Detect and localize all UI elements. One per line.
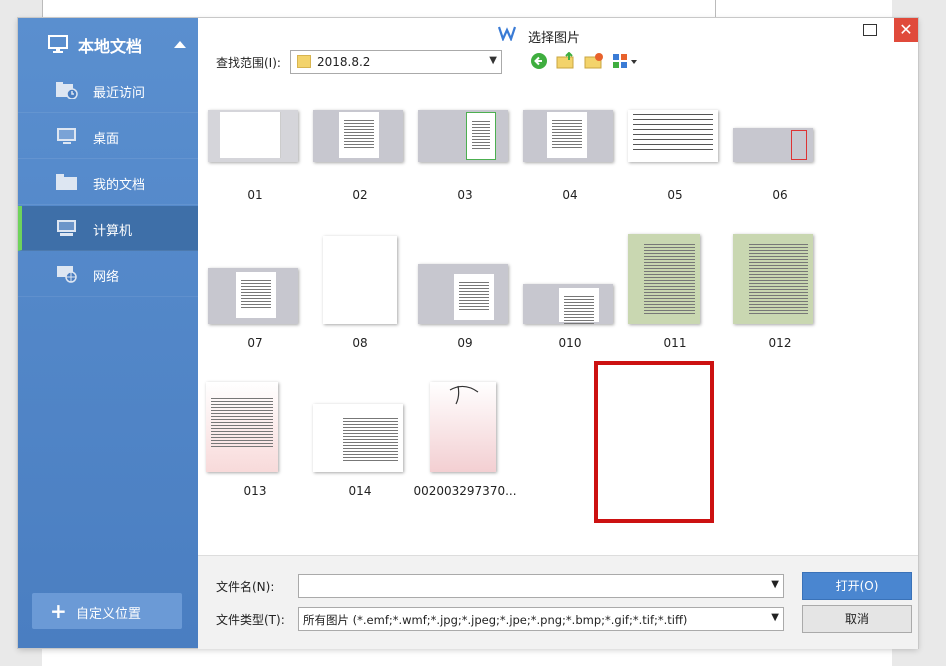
sidebar-item-label: 计算机 [93, 224, 133, 239]
thumbnail-image [418, 110, 508, 162]
thumbnail-image [313, 404, 403, 472]
file-item[interactable]: 07 [198, 238, 302, 378]
thumbnail-image [733, 234, 813, 324]
thumbnail-image [523, 284, 613, 324]
thumbnail-image [418, 264, 508, 324]
sidebar-header[interactable]: 本地文档 [18, 18, 198, 68]
chevron-down-icon: ▼ [771, 579, 779, 590]
file-name: 03 [457, 188, 473, 202]
maximize-button[interactable] [863, 24, 877, 36]
open-button[interactable]: 打开(O) [802, 572, 912, 600]
file-item[interactable]: 06 [723, 90, 827, 230]
file-name: 002003297370... [413, 484, 517, 498]
file-item[interactable]: 04 [513, 90, 617, 230]
file-item[interactable]: 08 [303, 236, 407, 378]
filetype-label: 文件类型(T): [216, 613, 285, 627]
file-browser: 选择图片 ✕ 查找范围(I): 2018.8.2 ▼ 01 02 03 04 0… [198, 18, 918, 649]
file-name: 010 [558, 336, 582, 350]
thumbnail-image [208, 268, 298, 324]
file-item[interactable]: 09 [408, 238, 512, 378]
thumbnail-image [628, 234, 700, 324]
back-icon[interactable] [530, 52, 548, 70]
title-bar: 选择图片 ✕ [198, 18, 918, 48]
thumbnail-image [733, 128, 813, 162]
select-image-dialog: 本地文档 最近访问 桌面 我的文档 计算机 网络 + 自定义位置 选择图片 ✕ … [18, 18, 918, 649]
monitor-icon [48, 35, 68, 56]
folder-icon [297, 55, 311, 68]
wps-logo-icon [497, 25, 517, 44]
file-name: 011 [663, 336, 687, 350]
computer-icon [56, 219, 78, 240]
look-in-value: 2018.8.2 [317, 55, 371, 69]
sidebar-item-recent[interactable]: 最近访问 [18, 68, 198, 113]
thumbnail-image [323, 236, 397, 324]
file-thumbnail-grid: 01 02 03 04 05 06 07 08 09 010 011 012 0… [198, 90, 918, 555]
add-custom-location-button[interactable]: + 自定义位置 [32, 593, 182, 629]
file-item[interactable]: 013 [198, 382, 302, 526]
thumbnail-image [628, 110, 718, 162]
file-name: 02 [352, 188, 368, 202]
file-name: 05 [667, 188, 683, 202]
recent-folder-icon [56, 81, 78, 102]
network-icon [56, 265, 78, 286]
sidebar-item-label: 我的文档 [93, 178, 146, 193]
file-name: 014 [348, 484, 372, 498]
cancel-button[interactable]: 取消 [802, 605, 912, 633]
thumbnail-image [206, 382, 278, 472]
file-item[interactable]: 03 [408, 90, 512, 230]
thumbnail-image [523, 110, 613, 162]
selection-highlight-box [594, 361, 714, 523]
file-options-panel: 文件名(N): ▼ 打开(O) 文件类型(T): 所有图片 (*.emf;*.w… [198, 555, 918, 649]
file-name: 04 [562, 188, 578, 202]
close-button[interactable]: ✕ [894, 18, 918, 42]
file-item[interactable]: 002003297370... [408, 382, 517, 526]
file-name: 01 [247, 188, 263, 202]
chevron-down-icon: ▼ [771, 612, 779, 623]
sidebar-item-my-documents[interactable]: 我的文档 [18, 160, 198, 205]
sidebar: 本地文档 最近访问 桌面 我的文档 计算机 网络 + 自定义位置 [18, 18, 198, 648]
filetype-select[interactable]: 所有图片 (*.emf;*.wmf;*.jpg;*.jpeg;*.jpe;*.p… [298, 607, 784, 631]
sidebar-item-computer[interactable]: 计算机 [18, 206, 198, 251]
chevron-down-icon: ▼ [489, 55, 497, 66]
sidebar-item-label: 网络 [93, 270, 120, 285]
look-in-label: 查找范围(I): [216, 56, 281, 70]
thumbnail-image [430, 382, 496, 472]
thumbnail-image [313, 110, 403, 162]
sidebar-item-label: 桌面 [93, 132, 120, 147]
new-folder-icon[interactable] [584, 52, 603, 70]
parent-folder-icon[interactable] [556, 51, 574, 70]
file-item[interactable]: 01 [198, 90, 302, 230]
filename-label: 文件名(N): [216, 580, 275, 594]
file-name: 012 [768, 336, 792, 350]
file-item[interactable]: 02 [303, 90, 407, 230]
view-menu-icon[interactable] [612, 52, 638, 70]
file-item[interactable]: 011 [618, 234, 722, 378]
file-item[interactable]: 012 [723, 234, 827, 378]
collapse-caret-icon[interactable] [174, 37, 186, 51]
look-in-select[interactable]: 2018.8.2 ▼ [290, 50, 502, 74]
file-item[interactable]: 05 [618, 90, 722, 230]
background-divider [42, 0, 43, 20]
file-name: 07 [247, 336, 263, 350]
file-item[interactable]: 010 [513, 238, 617, 378]
custom-location-label: 自定义位置 [76, 607, 142, 622]
file-name: 09 [457, 336, 473, 350]
folder-icon [56, 173, 78, 194]
file-name: 06 [772, 188, 788, 202]
sidebar-header-title: 本地文档 [78, 37, 143, 56]
background-divider [715, 0, 716, 20]
sidebar-item-desktop[interactable]: 桌面 [18, 114, 198, 159]
file-name: 013 [243, 484, 267, 498]
plus-icon: + [50, 599, 67, 623]
file-name: 08 [352, 336, 368, 350]
sidebar-item-network[interactable]: 网络 [18, 252, 198, 297]
filename-input[interactable]: ▼ [298, 574, 784, 598]
sidebar-item-label: 最近访问 [93, 86, 146, 101]
dialog-title: 选择图片 [528, 31, 581, 46]
filetype-value: 所有图片 (*.emf;*.wmf;*.jpg;*.jpeg;*.jpe;*.p… [303, 613, 688, 627]
thumbnail-image [208, 110, 298, 162]
desktop-icon [56, 127, 78, 148]
file-item[interactable]: 014 [303, 386, 407, 526]
